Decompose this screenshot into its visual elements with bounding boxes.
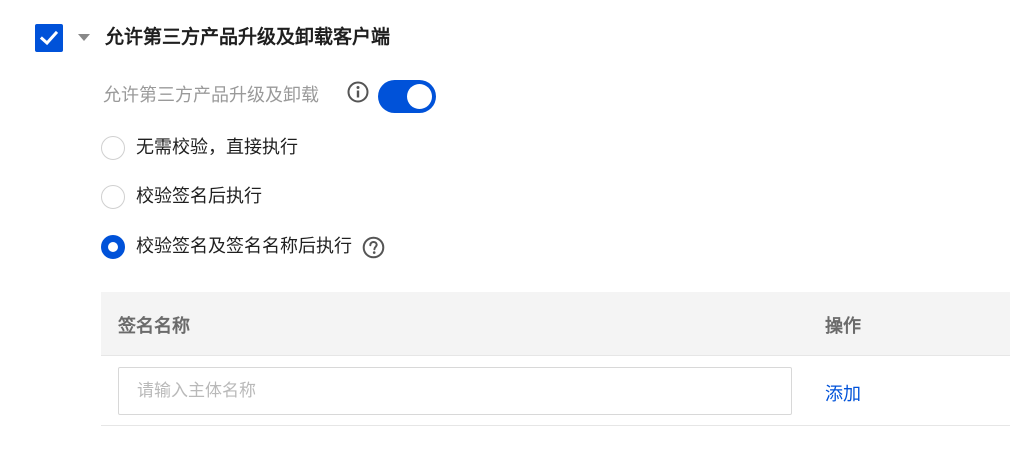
toggle-knob <box>407 84 432 109</box>
section-title: 允许第三方产品升级及卸载客户端 <box>105 26 391 48</box>
radio-option-verify-signature-and-name[interactable]: 校验签名及签名名称后执行 <box>101 233 385 261</box>
permission-panel: 允许第三方产品升级及卸载客户端 允许第三方产品升级及卸载 无需校验，直接执行 校… <box>0 0 1010 450</box>
toggle-label: 允许第三方产品升级及卸载 <box>103 85 319 106</box>
radio-label: 校验签名及签名名称后执行 <box>136 236 352 257</box>
radio-label: 校验签名后执行 <box>136 186 262 207</box>
radio-option-verify-signature[interactable]: 校验签名后执行 <box>101 183 262 211</box>
radio-option-no-verify[interactable]: 无需校验，直接执行 <box>101 134 298 162</box>
column-header-action: 操作 <box>825 316 861 337</box>
check-icon <box>39 30 59 46</box>
signature-table-header: 签名名称 操作 <box>101 292 1010 356</box>
allow-uninstall-toggle[interactable] <box>378 80 436 113</box>
add-button[interactable]: 添加 <box>825 380 861 406</box>
subject-name-input[interactable] <box>118 367 792 415</box>
allow-third-party-checkbox[interactable] <box>35 24 63 52</box>
question-circle-icon[interactable] <box>362 236 385 259</box>
info-icon[interactable] <box>347 81 369 103</box>
table-row: 添加 <box>101 356 1010 426</box>
radio-label: 无需校验，直接执行 <box>136 137 298 158</box>
radio-button[interactable] <box>101 136 125 160</box>
column-header-signature-name: 签名名称 <box>118 316 190 337</box>
radio-button-selected[interactable] <box>101 235 125 259</box>
caret-down-icon[interactable] <box>78 34 90 41</box>
radio-button[interactable] <box>101 185 125 209</box>
